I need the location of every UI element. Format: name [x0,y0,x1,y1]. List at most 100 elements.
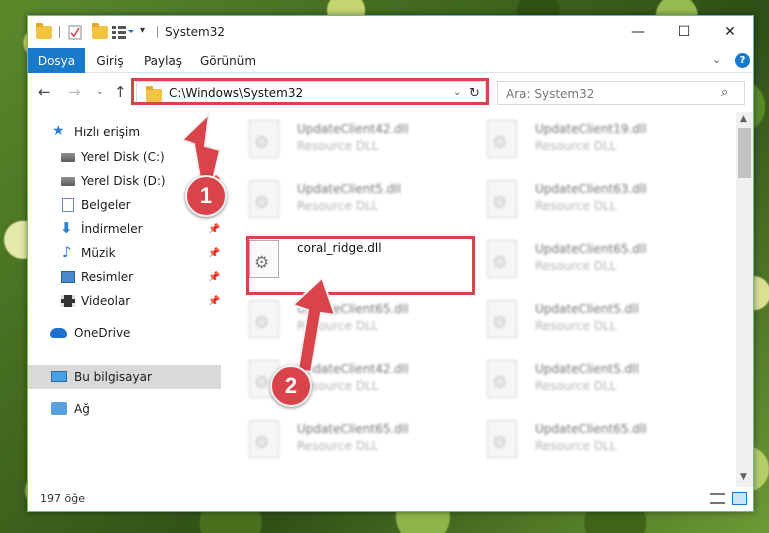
file-type: Resource DLL [535,139,617,153]
file-tile[interactable]: UpdateClient5.dll Resource DLL [459,297,689,343]
quick-access-dropdown-icon[interactable]: ▾ [140,25,145,36]
step-marker-2: 2 [270,365,312,407]
recent-locations-icon[interactable]: ⌄ [96,87,104,97]
file-name: UpdateClient63.dll [535,182,647,196]
file-tile[interactable]: UpdateClient19.dll Resource DLL [459,117,689,163]
ribbon-collapse-icon[interactable]: ⌄ [712,53,721,66]
new-folder-icon[interactable] [92,22,108,40]
file-type: Resource DLL [535,379,617,393]
file-name: UpdateClient5.dll [297,182,401,196]
file-tile[interactable]: UpdateClient42.dll Resource DLL [221,357,451,403]
tiles-view-icon[interactable] [732,492,747,505]
vertical-scrollbar[interactable]: ▲ ▼ [736,112,753,487]
scroll-up-icon[interactable]: ▲ [740,114,747,124]
dll-file-icon [249,420,279,458]
file-name: UpdateClient65.dll [535,242,647,256]
ribbon-tabs: Dosya Giriş Paylaş Görünüm ⌄ ? [28,48,753,73]
toolbar-separator [157,26,158,38]
refresh-button[interactable]: ↻ [464,81,486,105]
file-tile[interactable]: UpdateClient65.dll Resource DLL [221,417,451,463]
help-icon[interactable]: ? [735,53,750,68]
file-tile[interactable]: UpdateClient63.dll Resource DLL [459,177,689,223]
forward-button[interactable]: → [68,83,81,101]
title-bar: ▾ System32 — ☐ ✕ [28,16,753,48]
file-name: UpdateClient5.dll [535,362,639,376]
pictures-icon [61,271,75,283]
download-icon: ⬇ [60,219,73,237]
sidebar-item-quick-access[interactable]: ★ Hızlı erişim [28,120,221,144]
sidebar-item-this-pc[interactable]: Bu bilgisayar [28,365,221,389]
sidebar-item-label: Belgeler [81,198,131,212]
customize-view-icon[interactable] [112,24,134,40]
address-path[interactable]: C:\Windows\System32 [169,86,303,100]
file-type: Resource DLL [535,439,617,453]
file-tile[interactable]: UpdateClient42.dll Resource DLL [221,117,451,163]
file-tile[interactable]: UpdateClient65.dll Resource DLL [221,297,451,343]
file-tile-coral-ridge[interactable]: coral_ridge.dll [221,237,451,283]
details-view-icon[interactable] [710,493,725,504]
file-name: UpdateClient65.dll [297,422,409,436]
file-name: UpdateClient65.dll [297,302,409,316]
file-tile[interactable]: UpdateClient5.dll Resource DLL [221,177,451,223]
file-tile[interactable]: UpdateClient5.dll Resource DLL [459,357,689,403]
pin-icon[interactable]: 📌 [208,248,220,259]
tab-view[interactable]: Görünüm [196,48,260,73]
network-icon [51,402,67,415]
file-type: Resource DLL [297,199,379,213]
step-marker-1: 1 [185,175,227,217]
sidebar-item-label: Hızlı erişim [74,125,141,139]
dll-file-icon [249,120,279,158]
sidebar-item-music[interactable]: ♪ Müzik 📌 [28,241,221,265]
navigation-bar: ← → ⌄ ↑ C:\Windows\System32 ⌄ ↻ ⌕ [28,73,753,111]
pin-icon[interactable]: 📌 [208,272,220,283]
sidebar-item-label: Ağ [74,402,90,416]
back-button[interactable]: ← [38,83,51,101]
up-button[interactable]: ↑ [114,83,127,101]
scroll-down-icon[interactable]: ▼ [740,472,747,482]
cloud-icon [50,328,67,338]
sidebar-item-label: Videolar [81,294,131,308]
dll-file-icon [249,180,279,218]
close-button[interactable]: ✕ [707,16,753,48]
address-dropdown-icon[interactable]: ⌄ [453,87,461,98]
computer-icon [51,371,67,382]
sidebar-item-pictures[interactable]: Resimler 📌 [28,265,221,289]
tab-share[interactable]: Paylaş [138,48,188,73]
file-name: UpdateClient42.dll [297,362,409,376]
file-tile[interactable]: UpdateClient65.dll Resource DLL [459,237,689,283]
pin-icon[interactable]: 📌 [208,152,220,163]
file-tile[interactable]: UpdateClient65.dll Resource DLL [459,417,689,463]
file-type: Resource DLL [297,319,379,333]
sidebar-item-downloads[interactable]: ⬇ İndirmeler 📌 [28,217,221,241]
properties-icon[interactable] [68,24,82,40]
sidebar-item-onedrive[interactable]: OneDrive [28,321,221,345]
sidebar-item-label: Yerel Disk (D:) [81,174,166,188]
file-type: Resource DLL [535,259,617,273]
window-title: System32 [165,25,226,39]
tab-home[interactable]: Giriş [90,48,130,73]
minimize-button[interactable]: — [615,16,661,48]
address-bar[interactable]: C:\Windows\System32 ⌄ [136,81,486,105]
sidebar-item-network[interactable]: Ağ [28,397,221,421]
item-count: 197 öğe [40,492,85,505]
sidebar-item-label: Bu bilgisayar [74,370,152,384]
sidebar-item-label: İndirmeler [81,222,143,236]
search-input[interactable] [506,85,706,102]
sidebar-item-local-disk-c[interactable]: Yerel Disk (C:) 📌 [28,145,221,169]
navigation-pane: ★ Hızlı erişim Yerel Disk (C:) 📌 Yerel D… [28,112,221,487]
scroll-thumb[interactable] [738,128,751,178]
search-box[interactable]: ⌕ [497,81,745,105]
video-icon [61,295,75,307]
sidebar-item-videos[interactable]: Videolar 📌 [28,289,221,313]
search-icon[interactable]: ⌕ [721,85,728,100]
pin-icon[interactable]: 📌 [208,296,220,307]
dll-file-icon [487,180,517,218]
tab-file[interactable]: Dosya [28,48,85,73]
pin-icon[interactable]: 📌 [208,224,220,235]
music-icon: ♪ [62,243,72,261]
dll-file-icon [487,240,517,278]
toolbar-separator [59,26,60,38]
file-name: coral_ridge.dll [297,241,382,255]
maximize-button[interactable]: ☐ [661,16,707,48]
folder-icon [36,22,52,40]
